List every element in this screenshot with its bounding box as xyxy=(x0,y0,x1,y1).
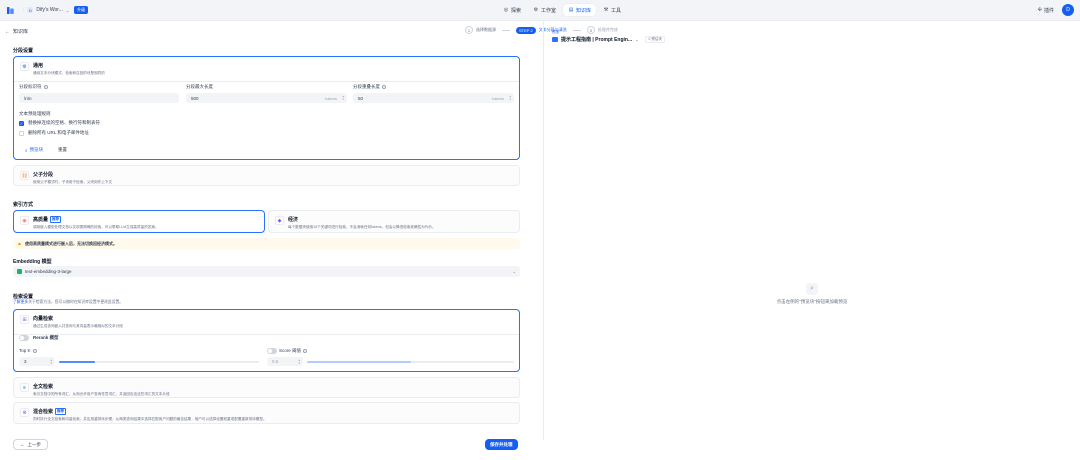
stepper-icon: ▴ ▾ xyxy=(50,357,52,365)
economy-card[interactable]: ◆ 经济 每个数据块使用10个关键词进行检索，不会消耗任何tokens，但会以降… xyxy=(268,210,520,233)
step-3: 3 处理并完成 xyxy=(586,26,618,34)
topk-input[interactable]: 3 ▴ ▾ xyxy=(19,357,55,366)
high-quality-card[interactable]: ◉ 高质量 推荐 调用嵌入模型处理文档以实现更精确的检索，可以帮助LLM生成高质量… xyxy=(13,210,265,233)
topk-label: Top K xyxy=(19,348,37,353)
workspace-name: Dify's Wor... xyxy=(36,7,63,13)
database-icon: ▤ xyxy=(568,7,574,13)
rules-label: 文本预处理规则 xyxy=(19,111,51,116)
stepper-icon: ▴ ▾ xyxy=(342,94,344,101)
index-section-title: 索引方式 xyxy=(13,202,34,208)
studio-icon: ⚙ xyxy=(533,7,539,13)
user-avatar[interactable]: D xyxy=(1062,4,1074,16)
estimated-chunks-tag: 0 预估块 xyxy=(645,36,665,43)
learn-more-link[interactable]: 了解更多 xyxy=(13,300,28,304)
topk-slider[interactable] xyxy=(59,361,259,363)
separator-label: 分段标识符 xyxy=(19,84,48,90)
rerank-toggle-row[interactable]: Rerank 模型 xyxy=(19,335,59,341)
main-nav: ◎ 探索 ⚙ 工作室 ▤ 知识库 ⚒ 工具 xyxy=(498,4,626,16)
upgrade-button[interactable]: 升级 xyxy=(74,6,89,14)
document-icon xyxy=(552,37,558,42)
vector-search-icon: ⊞ xyxy=(20,315,29,324)
openai-model-icon xyxy=(17,269,22,274)
economy-icon: ◆ xyxy=(275,216,284,225)
parent-child-icon: ⛓ xyxy=(20,171,29,180)
stepper-icon: ▴ ▾ xyxy=(509,94,511,101)
general-mode-desc: 通用文本分块模式，检索和召回的块是相同的 xyxy=(33,71,105,75)
max-length-label: 分段最大长度 xyxy=(186,84,213,89)
retrieval-subtitle: 了解更多关于检索方法，您可以随时在知识库设置中更改此设置。 xyxy=(13,300,124,304)
checkbox-checked-icon: ✓ xyxy=(19,120,24,126)
separator-input[interactable]: \n\n xyxy=(19,93,179,103)
tools-icon: ⚒ xyxy=(603,7,609,13)
preview-document-select[interactable]: 提示工程指南 | Prompt Engin... ⌄ 0 预估块 xyxy=(552,36,665,43)
back-to-knowledge[interactable]: ← 知识库 xyxy=(5,28,28,36)
parent-child-mode-card[interactable]: ⛓ 父子分段 使用父子模式时，子块用于检索，父块用作上下文 xyxy=(13,165,520,186)
rerank-toggle[interactable] xyxy=(19,335,29,341)
previous-step-button[interactable]: ← 上一步 xyxy=(13,439,48,450)
retrieval-section-title: 检索设置 xyxy=(13,294,34,300)
nav-knowledge[interactable]: ▤ 知识库 xyxy=(563,4,597,16)
checkbox-icon xyxy=(19,130,24,136)
hybrid-search-icon: ⊗ xyxy=(20,408,29,417)
dify-logo-icon[interactable] xyxy=(6,6,15,15)
topk-slider-fill xyxy=(59,361,95,363)
nav-studio[interactable]: ⚙ 工作室 xyxy=(528,4,561,16)
chevron-down-icon: ⌄ xyxy=(65,7,70,13)
stepper-icon: ▴ ▾ xyxy=(298,357,300,365)
embedding-section-title: Embedding 模型 xyxy=(13,259,52,265)
rule-whitespace[interactable]: ✓ 替换掉连续的空格、换行符和制表符 xyxy=(19,120,100,126)
rule-urls[interactable]: 删除所有 URL 和电子邮件地址 xyxy=(19,130,89,136)
compass-icon: ◎ xyxy=(503,7,509,13)
chevron-down-icon: ⌄ xyxy=(512,269,516,274)
score-threshold-toggle[interactable] xyxy=(267,348,277,354)
arrow-left-icon: ← xyxy=(5,28,10,35)
stepper: 1 选择数据源 STEP 2 文本分段与清洗 3 处理并完成 xyxy=(465,26,618,34)
overlap-label: 分段重叠长度 xyxy=(353,84,386,90)
score-threshold-input[interactable]: 0.5 ▴ ▾ xyxy=(267,357,303,366)
general-mode-card[interactable]: ⚙ 通用 通用文本分块模式，检索和召回的块是相同的 xyxy=(13,56,520,160)
warning-icon: ▲ xyxy=(17,240,22,247)
search-icon: ⌕ xyxy=(806,283,818,295)
general-mode-icon: ⚙ xyxy=(20,62,29,71)
nav-explore[interactable]: ◎ 探索 xyxy=(498,4,526,16)
recommended-badge: 推荐 xyxy=(50,216,62,224)
preview-chunks-button[interactable]: ⌕ 预览块 xyxy=(25,147,43,153)
hybrid-search-card[interactable]: ⊗ 混合检索 推荐 同时执行全文检索和向量检索，并应用重排序步骤，从两类查询结果中… xyxy=(13,402,520,424)
plugin-button[interactable]: ✣ 插件 xyxy=(1038,7,1054,14)
search-icon: ⌕ xyxy=(25,147,28,153)
workspace-switcher[interactable]: / D Dify's Wor... ⌄ 升级 xyxy=(23,6,89,14)
info-icon xyxy=(382,85,386,89)
save-and-process-button[interactable]: 保存并处理 xyxy=(485,439,518,450)
step-1: 1 选择数据源 xyxy=(465,26,496,34)
info-icon xyxy=(303,349,308,353)
high-quality-icon: ◉ xyxy=(20,216,29,225)
preview-empty-state: ⌕ 点击左侧的"预览块"按钮来加载预览 xyxy=(776,283,848,304)
fulltext-search-icon: ≡ xyxy=(20,383,29,392)
fulltext-search-card[interactable]: ≡ 全文检索 索引文档中的所有词汇，从而允许用户查询任意词汇，并返回包含这些词汇… xyxy=(13,377,520,398)
chevron-down-icon: ⌄ xyxy=(635,37,639,42)
general-mode-title: 通用 xyxy=(33,63,44,69)
index-warning: ▲ 使用高质量模式进行嵌入后，无法切换回经济模式。 xyxy=(13,238,520,249)
embedding-model-select[interactable]: text-embedding-3-large ⌄ xyxy=(13,266,520,277)
max-length-input[interactable]: 500 tokens ▴ ▾ xyxy=(186,93,347,103)
info-icon xyxy=(43,85,48,89)
reset-button[interactable]: 重置 xyxy=(58,147,67,153)
segment-section-title: 分段设置 xyxy=(13,48,34,54)
preview-label: 预览 xyxy=(552,30,560,34)
score-slider-fill xyxy=(307,361,411,363)
nav-tools[interactable]: ⚒ 工具 xyxy=(598,4,626,16)
top-bar: / D Dify's Wor... ⌄ 升级 ◎ 探索 ⚙ 工作室 ▤ 知识库 … xyxy=(0,0,1080,20)
score-threshold-slider[interactable] xyxy=(307,361,514,363)
workspace-avatar: D xyxy=(27,7,34,13)
recommended-badge: 推荐 xyxy=(55,408,67,416)
panel-divider xyxy=(543,20,544,440)
puzzle-icon: ✣ xyxy=(1037,7,1042,13)
score-threshold-label: Score 阈值 xyxy=(267,348,308,354)
overlap-input[interactable]: 50 tokens ▴ ▾ xyxy=(353,93,514,103)
arrow-left-icon: ← xyxy=(20,442,25,447)
info-icon xyxy=(32,348,37,353)
